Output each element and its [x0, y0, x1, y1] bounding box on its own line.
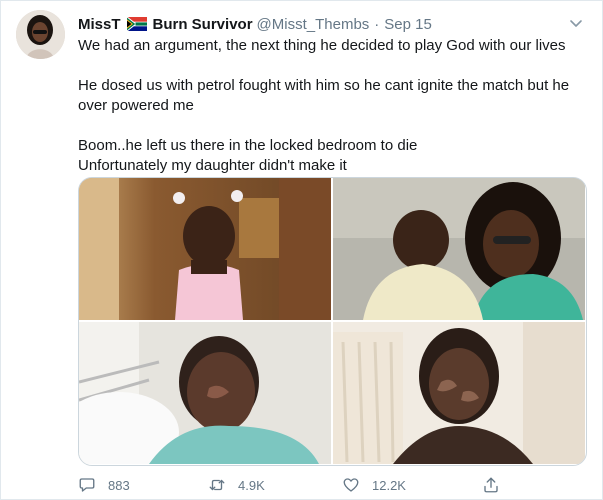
avatar[interactable]	[16, 10, 65, 59]
tweet-text: We had an argument, the next thing he de…	[78, 36, 584, 176]
retweet-button[interactable]: 4.9K	[208, 475, 265, 495]
tweet-date[interactable]: Sep 15	[384, 16, 432, 33]
like-count: 12.2K	[372, 477, 406, 493]
like-button[interactable]: 12.2K	[342, 475, 406, 495]
author-handle[interactable]: @Misst_Thembs	[257, 16, 370, 33]
recovery-photo[interactable]	[333, 322, 585, 464]
media-grid	[78, 177, 587, 466]
hospital-photo[interactable]	[79, 322, 331, 464]
tweet-card[interactable]: MissT Burn Survivor @Misst_Thembs · Sep …	[0, 0, 603, 500]
separator-dot: ·	[374, 15, 380, 33]
share-icon	[484, 477, 498, 493]
child-photo[interactable]	[79, 178, 331, 320]
tweet-header: MissT Burn Survivor @Misst_Thembs · Sep …	[78, 13, 582, 35]
chevron-down-icon[interactable]	[568, 15, 584, 31]
reply-count: 883	[108, 477, 130, 493]
reply-button[interactable]: 883	[78, 475, 130, 495]
share-button[interactable]	[482, 475, 512, 495]
reply-icon	[79, 478, 95, 492]
author-name-suffix[interactable]: Burn Survivor	[153, 16, 253, 33]
mother-baby-photo[interactable]	[333, 178, 585, 320]
tweet-actions: 883 4.9K 12.2K	[78, 475, 518, 495]
south-africa-flag-icon	[126, 17, 147, 31]
retweet-count: 4.9K	[238, 477, 265, 493]
tweet-line: He dosed us with petrol fought with him …	[78, 77, 570, 114]
heart-icon	[343, 478, 359, 492]
tweet-line: Boom..he left us there in the locked bed…	[78, 137, 418, 154]
author-name[interactable]: MissT	[78, 16, 121, 33]
retweet-icon	[209, 479, 225, 491]
tweet-line: Unfortunately my daughter didn't make it	[78, 157, 347, 174]
tweet-line: We had an argument, the next thing he de…	[78, 37, 566, 54]
